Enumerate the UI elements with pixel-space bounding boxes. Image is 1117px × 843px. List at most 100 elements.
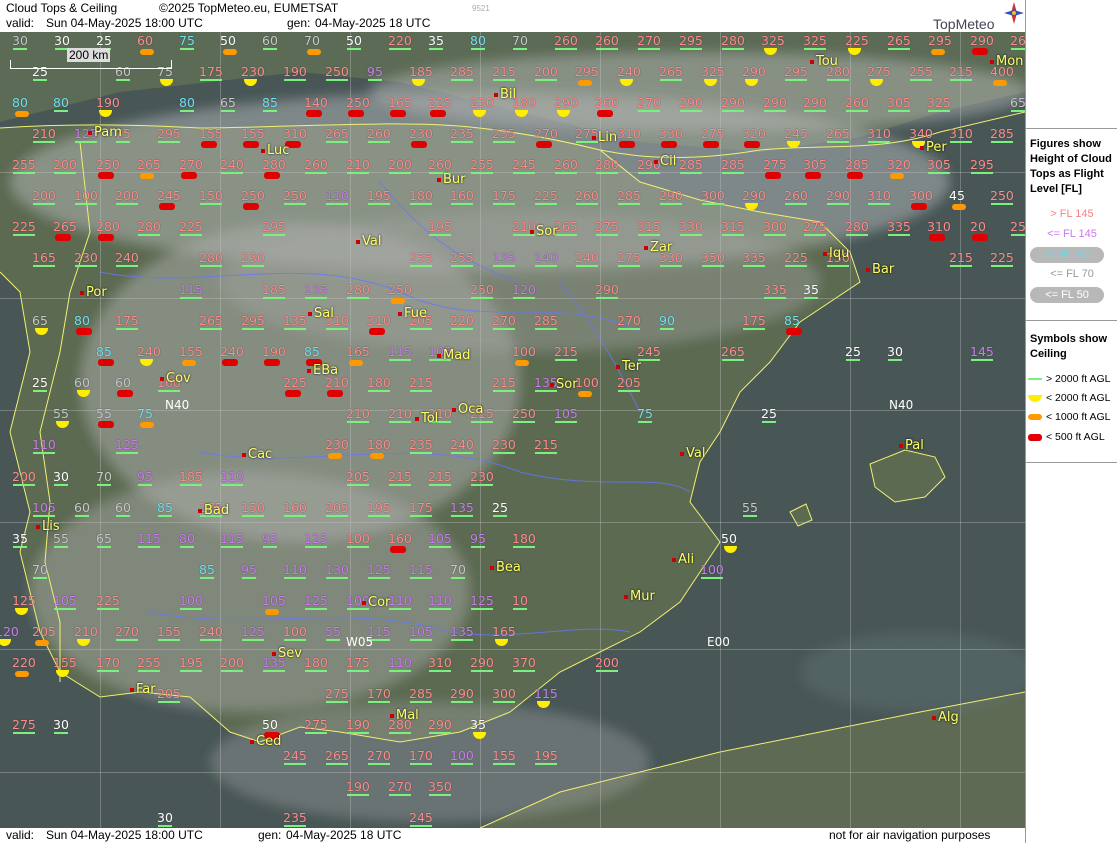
- legend-ceiling-label: < 2000 ft AGL: [1046, 392, 1111, 404]
- cloud-top-label: 330: [679, 219, 703, 236]
- city-name: Mur: [630, 589, 655, 604]
- cloud-top-label: 85: [262, 95, 278, 112]
- cloud-top-label: 245: [409, 810, 433, 827]
- cloud-top-label: 95: [262, 531, 278, 548]
- cloud-top-label: 20: [970, 219, 986, 234]
- cloud-top-label: 305: [927, 157, 951, 174]
- city-marker-icon: [672, 557, 676, 562]
- cloud-top-label: 170: [409, 748, 433, 765]
- cloud-top-label: 215: [428, 469, 452, 486]
- gen-value: 04-May-2025 18 UTC: [315, 16, 431, 30]
- cloud-top-label: 255: [450, 250, 474, 267]
- ceiling-orange-icon: [952, 204, 966, 210]
- green-line-icon: [1028, 378, 1042, 381]
- cloud-top-label: 280: [346, 282, 370, 299]
- cloud-top-label: 265: [659, 64, 683, 81]
- cloud-top-label: 115: [220, 531, 244, 548]
- city-name: Per: [926, 140, 947, 155]
- cloud-top-label: 260: [845, 95, 869, 112]
- city-label: Sor: [550, 377, 578, 392]
- cloud-top-label: 275: [803, 219, 827, 236]
- city-name: Por: [86, 285, 107, 300]
- ceiling-red-icon: [597, 110, 613, 117]
- city-label: Luc: [261, 143, 289, 158]
- footer: valid: Sun 04-May-2025 18:00 UTC gen: 04…: [0, 828, 1025, 843]
- legend-ceiling-green: > 2000 ft AGL: [1028, 373, 1111, 385]
- city-label: Cac: [242, 447, 272, 462]
- cloud-top-label: 305: [887, 95, 911, 112]
- cloud-top-label: 290: [554, 95, 578, 110]
- scale-bar-label: 200 km: [67, 48, 111, 62]
- cloud-top-label: 100: [700, 562, 724, 579]
- cloud-top-label: 160: [450, 188, 474, 205]
- cloud-top-label: 315: [637, 219, 661, 236]
- city-label: Cov: [160, 371, 191, 386]
- cloud-top-label: 270: [617, 313, 641, 330]
- legend-ceiling-label: < 1000 ft AGL: [1046, 411, 1111, 423]
- cloud-top-label: 155: [157, 624, 181, 641]
- cloud-top-label: 25: [492, 500, 508, 517]
- cloud-top-label: 275: [12, 717, 36, 734]
- cloud-top-label: 230: [325, 437, 349, 452]
- cloud-top-label: 300: [492, 686, 516, 703]
- cloud-top-label: 250: [283, 188, 307, 205]
- cloud-top-label: 275: [763, 157, 787, 172]
- city-label: Iqu: [823, 246, 849, 261]
- cloud-top-label: 320: [742, 126, 766, 141]
- cloud-top-label: 195: [367, 500, 391, 517]
- cloud-top-label: 205: [157, 686, 181, 703]
- cloud-top-label: 285: [679, 157, 703, 174]
- city-label: Fue: [398, 306, 427, 321]
- cloud-top-label: 210: [32, 126, 56, 143]
- cloud-top-label: 100: [74, 188, 98, 205]
- cloud-top-label: 30: [157, 810, 173, 827]
- cloud-top-label: 325: [701, 64, 725, 79]
- city-name: Pam: [94, 125, 122, 140]
- city-name: Sev: [278, 646, 302, 661]
- cloud-top-label: 215: [388, 469, 412, 486]
- legend-ceiling-yellow: < 2000 ft AGL: [1028, 392, 1111, 404]
- cloud-top-label: 125: [470, 593, 494, 610]
- cloud-top-label: 95: [137, 469, 153, 486]
- city-label: EBa: [307, 363, 338, 378]
- city-marker-icon: [250, 739, 254, 744]
- ceiling-red-icon: [619, 141, 635, 148]
- cloud-top-label: 245: [784, 126, 808, 141]
- cloud-top-label: 280: [721, 33, 745, 50]
- city-label: Zar: [644, 240, 672, 255]
- ceiling-red-icon: [348, 110, 364, 117]
- city-name: Luc: [267, 143, 290, 158]
- cloud-top-label: 300: [701, 188, 725, 205]
- cloud-top-label: 260: [595, 95, 619, 110]
- cloud-top-label: 290: [721, 95, 745, 112]
- ceiling-red-icon: [744, 141, 760, 148]
- cloud-top-label: 175: [409, 500, 433, 517]
- legend-ceiling-orange: < 1000 ft AGL: [1028, 411, 1111, 423]
- legend-fl-50: <= FL 50: [1030, 287, 1104, 303]
- cloud-top-label: 210: [74, 624, 98, 639]
- cloud-top-label: 45: [949, 188, 965, 203]
- cloud-top-label: 195: [367, 188, 391, 205]
- city-label: Cil: [654, 154, 676, 169]
- cloud-top-label: 290: [679, 95, 703, 112]
- grid-line: [850, 32, 851, 828]
- orange-bar-icon: [1028, 414, 1042, 421]
- cloud-top-label: 110: [32, 437, 56, 454]
- cloud-top-label: 280: [137, 219, 161, 236]
- satellite-map[interactable]: 30 30 25 60 75 50 60 70 50 220 35 80 70 260 260 270 295 2…: [0, 32, 1025, 828]
- grid-line: [720, 32, 721, 828]
- legend-divider: [1026, 320, 1117, 321]
- city-marker-icon: [356, 239, 360, 244]
- cloud-top-label: 330: [659, 126, 683, 141]
- cloud-top-label: 245: [283, 748, 307, 765]
- cloud-top-label: 210: [346, 157, 370, 174]
- cloud-top-label: 190: [346, 717, 370, 734]
- cloud-top-label: 225: [990, 250, 1014, 267]
- cloud-top-label: 180: [367, 375, 391, 392]
- cloud-top-label: 80: [74, 313, 90, 328]
- cloud-top-label: 205: [325, 500, 349, 517]
- cloud-top-label: 30: [53, 469, 69, 486]
- cloud-top-label: 265: [721, 344, 745, 361]
- city-label: Val: [356, 234, 381, 249]
- cloud-top-label: 155: [199, 126, 223, 141]
